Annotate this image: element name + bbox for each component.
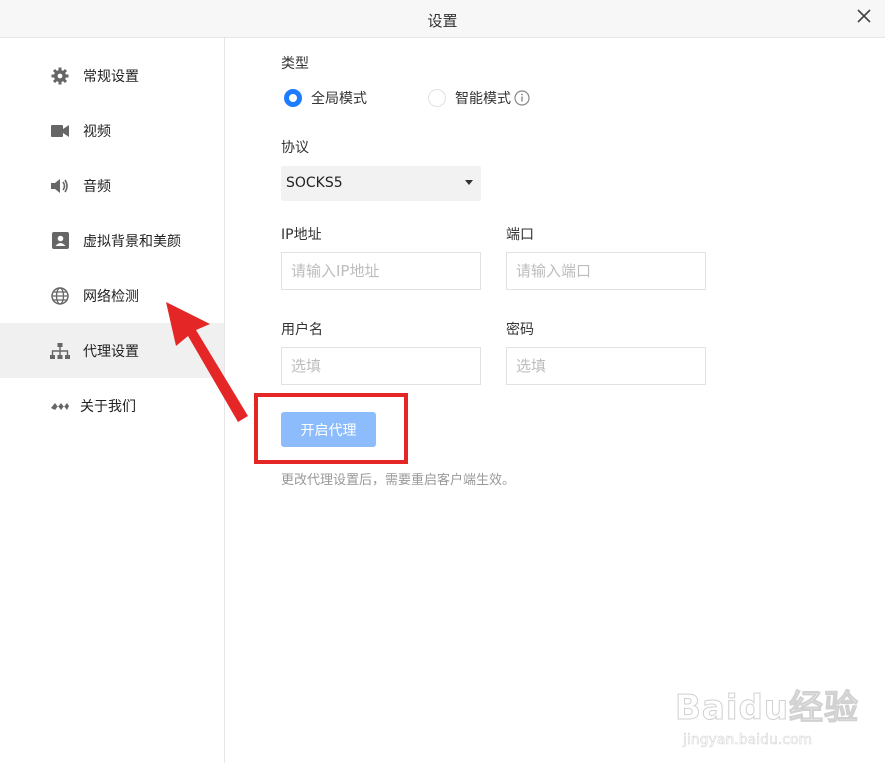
sidebar-item-video[interactable]: 视频 [0, 103, 224, 158]
speaker-icon [50, 176, 70, 196]
annotation-arrow-icon [166, 302, 248, 422]
gear-icon [50, 66, 70, 86]
watermark-text: Baidu经验 [674, 688, 860, 729]
radio-unselected-icon [428, 89, 446, 107]
portrait-icon [50, 231, 70, 251]
sidebar-item-label: 代理设置 [83, 343, 139, 360]
ip-address-input[interactable] [281, 252, 481, 290]
sidebar-item-virtual-background[interactable]: 虚拟背景和美颜 [0, 213, 224, 268]
radio-global-label: 全局模式 [311, 91, 367, 107]
radio-smart-mode[interactable]: 智能模式 [428, 88, 530, 108]
video-camera-icon [50, 121, 70, 141]
port-label: 端口 [506, 227, 534, 243]
port-input[interactable] [506, 252, 706, 290]
watermark-subtext: jingyan.baidu.com [683, 732, 813, 749]
sidebar-item-label: 音频 [83, 178, 111, 195]
title-bar: 设置 [0, 0, 885, 38]
protocol-select[interactable]: SOCKS5 [281, 166, 481, 201]
sidebar-item-label: 常规设置 [83, 68, 139, 85]
type-label: 类型 [281, 56, 309, 72]
ip-label: IP地址 [281, 227, 322, 243]
radio-selected-icon [284, 89, 302, 107]
username-input[interactable] [281, 347, 481, 385]
brand-logo-icon [50, 396, 70, 416]
protocol-label: 协议 [281, 140, 309, 156]
close-icon[interactable] [853, 5, 875, 27]
sidebar-item-general[interactable]: 常规设置 [0, 48, 224, 103]
radio-global-mode[interactable]: 全局模式 [284, 88, 367, 108]
protocol-value: SOCKS5 [286, 175, 343, 191]
sidebar-item-label: 网络检测 [83, 288, 139, 305]
network-tree-icon [50, 341, 70, 361]
sidebar-item-label: 虚拟背景和美颜 [83, 233, 181, 250]
globe-icon [50, 286, 70, 306]
password-input[interactable] [506, 347, 706, 385]
annotation-highlight-box [254, 393, 408, 464]
chevron-down-icon [465, 180, 473, 185]
info-icon[interactable] [514, 90, 530, 106]
watermark-logo: Baidu经验 jingyan.baidu.com [674, 662, 865, 757]
sidebar-item-label: 关于我们 [80, 398, 136, 415]
sidebar-item-audio[interactable]: 音频 [0, 158, 224, 213]
username-label: 用户名 [281, 322, 323, 338]
restart-hint: 更改代理设置后，需要重启客户端生效。 [281, 473, 516, 488]
radio-smart-label: 智能模式 [455, 91, 511, 107]
window-title: 设置 [427, 12, 458, 30]
password-label: 密码 [506, 322, 534, 338]
sidebar-item-label: 视频 [83, 123, 111, 140]
